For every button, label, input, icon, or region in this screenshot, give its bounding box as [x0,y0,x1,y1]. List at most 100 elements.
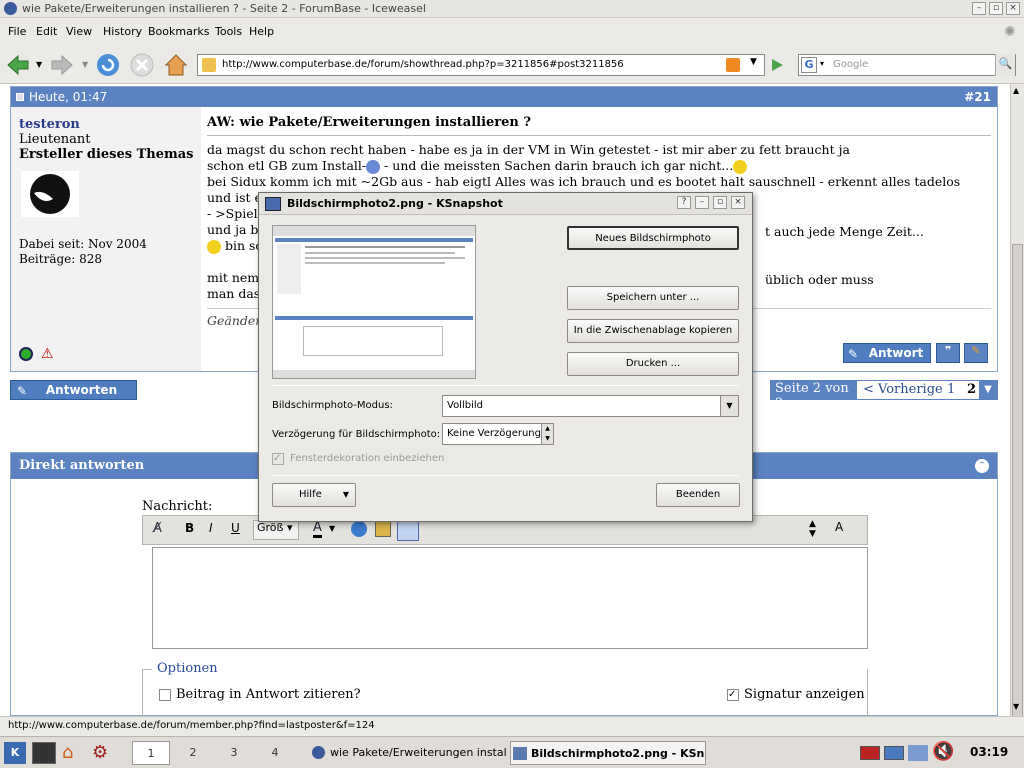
menu-history[interactable]: History [103,25,142,38]
minimize-icon[interactable]: – [972,2,986,15]
text-color-dropdown-icon[interactable]: ▼ [329,524,335,533]
desktop-4-button[interactable]: 4 [256,741,294,765]
stop-icon[interactable] [128,51,156,79]
ksnapshot-dialog: Bildschirmphoto2.png - KSnapshot ? – ▫ ×… [258,192,753,522]
mode-label: Bildschirmphoto-Modus: [272,400,393,411]
mode-select[interactable]: Vollbild ▼ [442,395,739,417]
maximize-icon[interactable]: ▫ [989,2,1003,15]
post-number[interactable]: #21 [964,90,991,104]
help-button[interactable]: Hilfe ▼ [272,483,356,507]
desktop-2-button[interactable]: 2 [174,741,212,765]
menu-edit[interactable]: Edit [36,25,57,38]
quit-button[interactable]: Beenden [656,483,740,507]
user-joined: Dabei seit: Nov 2004 [19,237,147,251]
url-dropdown-icon[interactable]: ▼ [750,57,757,67]
desktop-3-button[interactable]: 3 [215,741,253,765]
copy-clipboard-button[interactable]: In die Zwischenablage kopieren [567,319,739,343]
settings-gear-icon[interactable]: ⚙ [92,742,116,764]
italic-icon[interactable]: I [209,521,213,535]
print-button[interactable]: Drucken ... [567,352,739,376]
desktop-1-button[interactable]: 1 [132,741,170,765]
terminal-icon[interactable] [32,742,56,764]
dialog-minimize-icon[interactable]: – [695,196,709,209]
page-jump-dropdown-icon[interactable]: ▼ [979,381,997,399]
collapse-icon[interactable]: ⌃ [975,459,989,473]
report-post-icon[interactable]: ⚠ [41,346,54,362]
forward-dropdown-icon[interactable]: ▼ [82,60,88,69]
dialog-help-icon[interactable]: ? [677,196,691,209]
google-engine-icon[interactable]: G [801,57,817,73]
new-screenshot-button[interactable]: Neues Bildschirmphoto [567,226,739,250]
confused-smiley-icon [733,159,748,174]
bold-icon[interactable]: B [185,521,194,535]
vertical-scrollbar[interactable]: ▲ ▼ [1010,84,1024,724]
underline-icon[interactable]: U [231,521,240,535]
back-dropdown-icon[interactable]: ▼ [36,60,42,69]
dialog-titlebar: Bildschirmphoto2.png - KSnapshot ? – ▫ × [259,193,752,215]
save-as-button[interactable]: Speichern unter ... [567,286,739,310]
remove-format-icon[interactable]: A̸ [153,521,162,536]
dialog-maximize-icon[interactable]: ▫ [713,196,727,209]
flag-icon[interactable] [860,746,880,760]
text-color-icon[interactable]: A [313,520,322,538]
scroll-down-icon[interactable]: ▼ [1013,702,1019,711]
insert-image-icon[interactable] [375,521,391,537]
prev-page-link[interactable]: < Vorherige [863,382,943,397]
back-arrow-icon[interactable] [4,51,32,79]
iceweasel-icon [4,2,17,15]
network-icon[interactable] [908,745,928,761]
message-textarea[interactable] [152,547,868,649]
url-bar[interactable]: http://www.computerbase.de/forum/showthr… [197,54,765,76]
clock: 03:19 [970,745,1009,759]
menu-view[interactable]: View [66,25,92,38]
navigation-toolbar: ▼ ▼ http://www.computerbase.de/forum/sho… [0,46,1024,84]
scroll-up-icon[interactable]: ▲ [1013,86,1019,95]
search-icon[interactable]: 🔍 [995,54,1015,76]
forward-arrow-icon[interactable] [48,51,76,79]
menu-help[interactable]: Help [249,25,274,38]
post-reply-button[interactable]: ✎ Antwort [843,343,931,363]
username[interactable]: testeron [19,117,80,132]
menu-bookmarks[interactable]: Bookmarks [148,25,209,38]
wysiwyg-toggle-icon[interactable] [397,519,419,541]
delay-spinbox[interactable]: Keine Verzögerung ▲ ▼ [442,423,554,445]
engine-dropdown-icon[interactable]: ▾ [820,59,824,68]
dialog-close-icon[interactable]: × [731,196,745,209]
scroll-thumb[interactable] [1012,244,1023,724]
reply-main-button[interactable]: ✎ Antworten [10,380,137,400]
dialog-title: Bildschirmphoto2.png - KSnapshot [287,197,503,210]
task-iceweasel[interactable]: wie Pakete/Erweiterungen installieren [310,741,506,765]
search-field[interactable]: G ▾ Google 🔍 [798,54,1016,76]
post-status-icon [16,93,24,101]
signature-checkbox[interactable]: ✓ [727,689,739,701]
reload-icon[interactable] [94,51,122,79]
font-size-select[interactable]: Größ ▾ [253,520,299,540]
quote-icon[interactable]: ❞ [936,343,960,363]
home-icon[interactable] [162,51,190,79]
page-1-link[interactable]: 1 [947,382,955,397]
ksnapshot-app-icon [265,197,281,211]
close-icon[interactable]: × [1006,2,1020,15]
menu-tools[interactable]: Tools [215,25,242,38]
go-arrow-icon[interactable] [768,56,786,74]
quote-checkbox[interactable] [159,689,171,701]
post-line-1: da magst du schon recht haben - habe es … [207,142,850,157]
switch-editor-icon[interactable]: A [835,520,843,534]
kde-menu-icon[interactable]: K [4,742,26,764]
screenshot-preview[interactable] [272,225,476,379]
multiquote-icon[interactable]: ✎ [964,343,988,363]
insert-link-icon[interactable] [351,521,367,537]
avatar [21,171,79,217]
task-ksnapshot[interactable]: Bildschirmphoto2.png - KSnaps [510,741,706,765]
menu-file[interactable]: File [8,25,26,38]
decoration-checkbox[interactable]: ✓ [272,453,284,465]
signature-checkbox-label: Signatur anzeigen [744,687,865,702]
home-folder-icon[interactable]: ⌂ [62,742,86,764]
online-status-icon [19,347,33,361]
rss-feed-icon[interactable] [726,58,740,72]
volume-muted-icon[interactable]: 🔇 [932,741,954,762]
display-icon[interactable] [884,746,904,760]
resize-arrows-icon[interactable]: ▲ ▼ [809,519,816,539]
post-title: AW: wie Pakete/Erweiterungen installiere… [207,115,991,136]
page-indicator: Seite 2 von 2 [771,381,857,411]
